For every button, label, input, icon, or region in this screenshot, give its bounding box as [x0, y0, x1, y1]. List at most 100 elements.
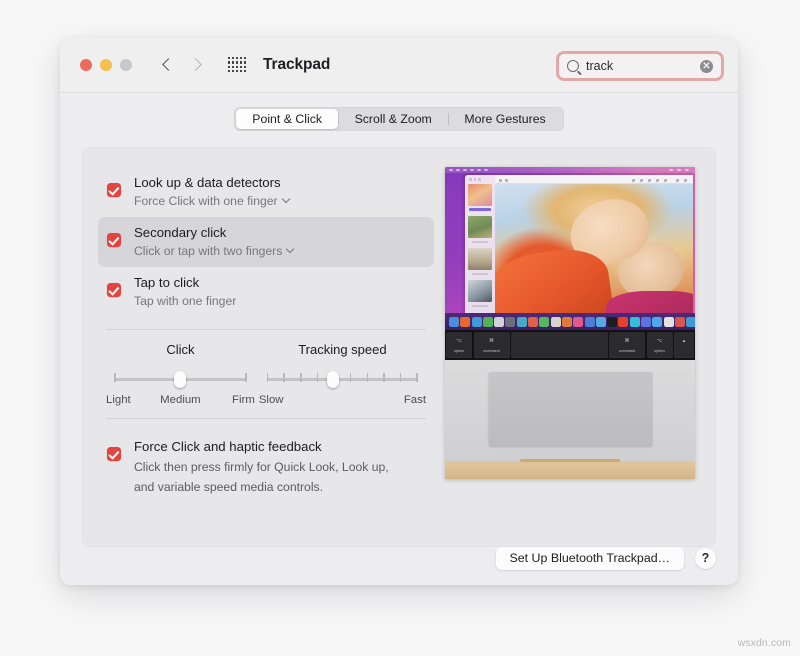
checkbox-secondary-click[interactable] — [107, 233, 121, 247]
photos-thumbnail — [468, 216, 492, 238]
option-subtitle-tap-to-click: Tap with one finger — [134, 293, 236, 310]
footer-actions: Set Up Bluetooth Trackpad… ? — [82, 545, 716, 571]
desk-surface — [445, 461, 695, 479]
search-icon — [567, 60, 579, 72]
key-label: option — [647, 349, 673, 353]
key-option-right[interactable]: ⌥ option — [647, 332, 673, 358]
checkbox-look-up[interactable] — [107, 183, 121, 197]
key-option-left[interactable]: ⌥ option — [446, 332, 472, 358]
set-up-bluetooth-trackpad-button[interactable]: Set Up Bluetooth Trackpad… — [496, 547, 684, 570]
chevron-down-icon-secondary-click[interactable] — [287, 246, 294, 253]
divider-above-force-click — [106, 418, 426, 419]
photos-toolbar — [495, 175, 693, 184]
slider-label-medium: Medium — [156, 394, 206, 406]
option-text-tap-to-click: Tap to click Tap with one finger — [134, 274, 236, 310]
key-command-right[interactable]: ⌘ command — [609, 332, 645, 358]
arrow-up-icon: ▴ — [674, 338, 694, 344]
slider-click[interactable] — [114, 370, 247, 388]
forward-chevron-icon[interactable] — [189, 56, 200, 74]
tab-bar: Point & Click Scroll & Zoom More Gesture… — [234, 107, 564, 131]
tab-scroll-and-zoom[interactable]: Scroll & Zoom — [338, 109, 448, 129]
trackpad-demo-preview[interactable]: ⌥ option ⌘ command ⌘ command — [445, 167, 695, 479]
slider-section: Click Light Medium Firm — [98, 342, 434, 406]
option-symbol-icon: ⌥ — [647, 338, 673, 344]
slider-label-fast: Fast — [404, 394, 426, 406]
slider-label-firm: Firm — [205, 394, 255, 406]
help-button[interactable]: ? — [695, 548, 716, 569]
zoom-button[interactable] — [120, 59, 132, 71]
slider-thumb-click[interactable] — [174, 371, 186, 388]
photos-traffic-lights — [469, 178, 481, 181]
preview-column: ⌥ option ⌘ command ⌘ command — [434, 167, 700, 527]
key-label: command — [609, 349, 645, 353]
photos-thumbnail — [468, 280, 492, 302]
option-text-look-up: Look up & data detectors Force Click wit… — [134, 174, 290, 210]
photos-thumbnail — [468, 248, 492, 270]
command-symbol-icon: ⌘ — [474, 338, 510, 344]
clear-search-icon[interactable]: ✕ — [700, 60, 713, 73]
photos-displayed-image — [495, 184, 693, 313]
search-field[interactable]: track ✕ — [556, 51, 724, 81]
slider-title-tracking: Tracking speed — [257, 342, 428, 357]
option-title-look-up: Look up & data detectors — [134, 175, 281, 190]
option-text-force-click: Force Click and haptic feedback Click th… — [134, 438, 389, 495]
watermark: wsxdn.com — [738, 637, 791, 649]
option-row-force-click[interactable]: Force Click and haptic feedback Click th… — [98, 431, 434, 502]
key-label: option — [446, 349, 472, 353]
option-title-force-click: Force Click and haptic feedback — [134, 439, 322, 454]
photos-sidebar — [465, 175, 495, 313]
macos-dock — [445, 313, 695, 330]
macbook-keyboard-row: ⌥ option ⌘ command ⌘ command — [445, 330, 695, 360]
photos-main-area — [495, 175, 693, 313]
key-command-left[interactable]: ⌘ command — [474, 332, 510, 358]
minimize-button[interactable] — [100, 59, 112, 71]
show-all-grid-icon[interactable] — [228, 57, 247, 73]
option-text-secondary-click: Secondary click Click or tap with two fi… — [134, 224, 294, 260]
checkbox-force-click[interactable] — [107, 447, 121, 461]
key-spacebar[interactable] — [511, 332, 608, 358]
traffic-light-controls — [80, 59, 132, 71]
macbook-screen — [445, 167, 695, 313]
key-label: command — [474, 349, 510, 353]
tab-point-and-click[interactable]: Point & Click — [236, 109, 338, 129]
force-click-description-line1: Click then press firmly for Quick Look, … — [134, 459, 389, 476]
option-row-look-up[interactable]: Look up & data detectors Force Click wit… — [98, 167, 434, 217]
settings-column: Look up & data detectors Force Click wit… — [98, 167, 434, 527]
slider-block-tracking: Tracking speed Slow Fast — [257, 342, 428, 406]
photos-app-window — [465, 175, 693, 313]
photos-thumbnail — [468, 184, 492, 206]
page-title: Trackpad — [263, 56, 330, 74]
macbook-deck — [445, 360, 695, 479]
slider-label-light: Light — [106, 394, 156, 406]
slider-block-click: Click Light Medium Firm — [104, 342, 257, 406]
command-symbol-icon: ⌘ — [609, 338, 645, 344]
slider-ticks-tracking — [267, 373, 418, 385]
option-subtitle-look-up[interactable]: Force Click with one finger — [134, 193, 278, 210]
divider-above-sliders — [106, 329, 426, 330]
option-subtitle-secondary-click[interactable]: Click or tap with two fingers — [134, 243, 282, 260]
trackpad-surface — [488, 371, 653, 447]
force-click-description-line2: and variable speed media controls. — [134, 479, 389, 496]
option-title-tap-to-click: Tap to click — [134, 275, 199, 290]
macos-menubar — [445, 167, 695, 173]
option-row-tap-to-click[interactable]: Tap to click Tap with one finger — [98, 267, 434, 317]
slider-tracking-speed[interactable] — [267, 370, 418, 388]
window-body: Point & Click Scroll & Zoom More Gesture… — [60, 93, 738, 585]
navigation-buttons — [162, 56, 200, 74]
slider-title-click: Click — [104, 342, 257, 357]
option-title-secondary-click: Secondary click — [134, 225, 226, 240]
window-titlebar: Trackpad track ✕ — [60, 38, 738, 93]
trackpad-preferences-window: Trackpad track ✕ Point & Click Scroll & … — [60, 38, 738, 585]
slider-labels-click: Light Medium Firm — [106, 394, 255, 406]
slider-thumb-tracking[interactable] — [327, 371, 339, 388]
option-symbol-icon: ⌥ — [446, 338, 472, 344]
key-arrow-up[interactable]: ▴ — [674, 332, 694, 358]
tab-more-gestures[interactable]: More Gestures — [448, 109, 562, 129]
back-chevron-icon[interactable] — [162, 56, 173, 74]
close-button[interactable] — [80, 59, 92, 71]
checkbox-tap-to-click[interactable] — [107, 283, 121, 297]
chevron-down-icon-look-up[interactable] — [283, 196, 290, 203]
search-input-value[interactable]: track — [586, 59, 700, 73]
option-row-secondary-click[interactable]: Secondary click Click or tap with two fi… — [98, 217, 434, 267]
slider-label-slow: Slow — [259, 394, 284, 406]
